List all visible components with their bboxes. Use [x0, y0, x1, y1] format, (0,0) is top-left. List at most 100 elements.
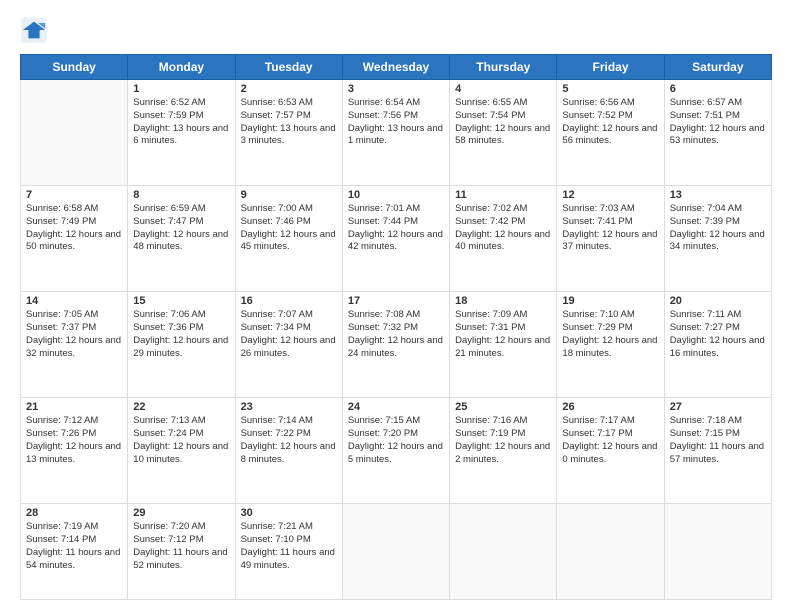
day-info: Sunrise: 7:15 AM Sunset: 7:20 PM Dayligh… — [348, 415, 444, 466]
table-row: 13 Sunrise: 7:04 AM Sunset: 7:39 PM Dayli… — [664, 186, 771, 292]
table-row: 3 Sunrise: 6:54 AM Sunset: 7:56 PM Daylig… — [342, 80, 449, 186]
col-friday: Friday — [557, 55, 664, 80]
table-row — [342, 504, 449, 600]
day-info: Sunrise: 6:58 AM Sunset: 7:49 PM Dayligh… — [26, 203, 122, 254]
day-number: 8 — [133, 189, 229, 201]
table-row: 4Sunrise: 6:55 AM Sunset: 7:54 PM Daylig… — [450, 80, 557, 186]
table-row: 24 Sunrise: 7:15 AM Sunset: 7:20 PM Dayli… — [342, 398, 449, 504]
day-number: 18 — [455, 295, 551, 307]
day-info: Sunrise: 7:14 AM Sunset: 7:22 PM Dayligh… — [241, 415, 337, 466]
day-number: 13 — [670, 189, 766, 201]
day-number: 20 — [670, 295, 766, 307]
day-info: Sunrise: 7:12 AM Sunset: 7:26 PM Dayligh… — [26, 415, 122, 466]
table-row: 7 Sunrise: 6:58 AM Sunset: 7:49 PM Daylig… — [21, 186, 128, 292]
day-number: 9 — [241, 189, 337, 201]
day-number: 23 — [241, 401, 337, 413]
day-number: 6 — [670, 83, 766, 95]
day-number: 26 — [562, 401, 658, 413]
table-row: 1 Sunrise: 6:52 AM Sunset: 7:59 PM Daylig… — [128, 80, 235, 186]
day-number: 7 — [26, 189, 122, 201]
day-info: Sunrise: 7:18 AM Sunset: 7:15 PM Dayligh… — [670, 415, 766, 466]
table-row: 12Sunrise: 7:03 AM Sunset: 7:41 PM Dayli… — [557, 186, 664, 292]
day-number: 22 — [133, 401, 229, 413]
table-row: 26 Sunrise: 7:17 AM Sunset: 7:17 PM Dayli… — [557, 398, 664, 504]
day-info: Sunrise: 6:59 AM Sunset: 7:47 PM Dayligh… — [133, 203, 229, 254]
calendar-header-row: Sunday Monday Tuesday Wednesday Thursday… — [21, 55, 772, 80]
day-number: 27 — [670, 401, 766, 413]
table-row: 22 Sunrise: 7:13 AM Sunset: 7:24 PM Dayli… — [128, 398, 235, 504]
col-sunday: Sunday — [21, 55, 128, 80]
day-number: 1 — [133, 83, 229, 95]
day-info: Sunrise: 7:19 AM Sunset: 7:14 PM Dayligh… — [26, 521, 122, 572]
table-row: 14 Sunrise: 7:05 AM Sunset: 7:37 PM Dayli… — [21, 292, 128, 398]
table-row — [450, 504, 557, 600]
day-info: Sunrise: 6:53 AM Sunset: 7:57 PM Dayligh… — [241, 97, 337, 148]
table-row — [21, 80, 128, 186]
day-number: 3 — [348, 83, 444, 95]
day-info: Sunrise: 6:55 AM Sunset: 7:54 PM Dayligh… — [455, 97, 551, 148]
logo — [20, 16, 52, 44]
table-row: 15 Sunrise: 7:06 AM Sunset: 7:36 PM Dayli… — [128, 292, 235, 398]
col-thursday: Thursday — [450, 55, 557, 80]
table-row: 20 Sunrise: 7:11 AM Sunset: 7:27 PM Dayli… — [664, 292, 771, 398]
day-info: Sunrise: 7:20 AM Sunset: 7:12 PM Dayligh… — [133, 521, 229, 572]
day-info: Sunrise: 7:10 AM Sunset: 7:29 PM Dayligh… — [562, 309, 658, 360]
day-info: Sunrise: 7:03 AM Sunset: 7:41 PM Dayligh… — [562, 203, 658, 254]
day-number: 5 — [562, 83, 658, 95]
table-row: 16 Sunrise: 7:07 AM Sunset: 7:34 PM Dayli… — [235, 292, 342, 398]
page: Sunday Monday Tuesday Wednesday Thursday… — [0, 0, 792, 612]
day-info: Sunrise: 7:02 AM Sunset: 7:42 PM Dayligh… — [455, 203, 551, 254]
table-row: 2 Sunrise: 6:53 AM Sunset: 7:57 PM Daylig… — [235, 80, 342, 186]
day-info: Sunrise: 7:00 AM Sunset: 7:46 PM Dayligh… — [241, 203, 337, 254]
table-row: 19Sunrise: 7:10 AM Sunset: 7:29 PM Dayli… — [557, 292, 664, 398]
table-row: 8 Sunrise: 6:59 AM Sunset: 7:47 PM Daylig… — [128, 186, 235, 292]
table-row — [664, 504, 771, 600]
day-number: 16 — [241, 295, 337, 307]
table-row — [557, 504, 664, 600]
table-row: 6 Sunrise: 6:57 AM Sunset: 7:51 PM Daylig… — [664, 80, 771, 186]
day-info: Sunrise: 7:09 AM Sunset: 7:31 PM Dayligh… — [455, 309, 551, 360]
day-info: Sunrise: 7:17 AM Sunset: 7:17 PM Dayligh… — [562, 415, 658, 466]
table-row: 18 Sunrise: 7:09 AM Sunset: 7:31 PM Dayli… — [450, 292, 557, 398]
table-row: 11 Sunrise: 7:02 AM Sunset: 7:42 PM Dayli… — [450, 186, 557, 292]
header — [20, 16, 772, 44]
col-tuesday: Tuesday — [235, 55, 342, 80]
day-number: 24 — [348, 401, 444, 413]
col-monday: Monday — [128, 55, 235, 80]
day-info: Sunrise: 7:01 AM Sunset: 7:44 PM Dayligh… — [348, 203, 444, 254]
day-number: 17 — [348, 295, 444, 307]
day-info: Sunrise: 7:21 AM Sunset: 7:10 PM Dayligh… — [241, 521, 337, 572]
table-row: 29 Sunrise: 7:20 AM Sunset: 7:12 PM Dayli… — [128, 504, 235, 600]
day-info: Sunrise: 6:52 AM Sunset: 7:59 PM Dayligh… — [133, 97, 229, 148]
day-number: 28 — [26, 507, 122, 519]
logo-icon — [20, 16, 48, 44]
day-info: Sunrise: 6:56 AM Sunset: 7:52 PM Dayligh… — [562, 97, 658, 148]
calendar-table: Sunday Monday Tuesday Wednesday Thursday… — [20, 54, 772, 600]
table-row: 10Sunrise: 7:01 AM Sunset: 7:44 PM Dayli… — [342, 186, 449, 292]
table-row: 30Sunrise: 7:21 AM Sunset: 7:10 PM Dayli… — [235, 504, 342, 600]
day-info: Sunrise: 7:07 AM Sunset: 7:34 PM Dayligh… — [241, 309, 337, 360]
day-info: Sunrise: 7:13 AM Sunset: 7:24 PM Dayligh… — [133, 415, 229, 466]
table-row: 25 Sunrise: 7:16 AM Sunset: 7:19 PM Dayli… — [450, 398, 557, 504]
day-info: Sunrise: 6:57 AM Sunset: 7:51 PM Dayligh… — [670, 97, 766, 148]
table-row: 9 Sunrise: 7:00 AM Sunset: 7:46 PM Daylig… — [235, 186, 342, 292]
day-number: 14 — [26, 295, 122, 307]
day-info: Sunrise: 7:05 AM Sunset: 7:37 PM Dayligh… — [26, 309, 122, 360]
day-number: 29 — [133, 507, 229, 519]
table-row: 17 Sunrise: 7:08 AM Sunset: 7:32 PM Dayli… — [342, 292, 449, 398]
table-row: 21Sunrise: 7:12 AM Sunset: 7:26 PM Dayli… — [21, 398, 128, 504]
day-info: Sunrise: 6:54 AM Sunset: 7:56 PM Dayligh… — [348, 97, 444, 148]
day-number: 15 — [133, 295, 229, 307]
day-number: 11 — [455, 189, 551, 201]
table-row: 5 Sunrise: 6:56 AM Sunset: 7:52 PM Daylig… — [557, 80, 664, 186]
day-info: Sunrise: 7:11 AM Sunset: 7:27 PM Dayligh… — [670, 309, 766, 360]
table-row: 23 Sunrise: 7:14 AM Sunset: 7:22 PM Dayli… — [235, 398, 342, 504]
day-info: Sunrise: 7:16 AM Sunset: 7:19 PM Dayligh… — [455, 415, 551, 466]
day-info: Sunrise: 7:04 AM Sunset: 7:39 PM Dayligh… — [670, 203, 766, 254]
day-info: Sunrise: 7:06 AM Sunset: 7:36 PM Dayligh… — [133, 309, 229, 360]
day-info: Sunrise: 7:08 AM Sunset: 7:32 PM Dayligh… — [348, 309, 444, 360]
col-saturday: Saturday — [664, 55, 771, 80]
day-number: 25 — [455, 401, 551, 413]
day-number: 2 — [241, 83, 337, 95]
col-wednesday: Wednesday — [342, 55, 449, 80]
